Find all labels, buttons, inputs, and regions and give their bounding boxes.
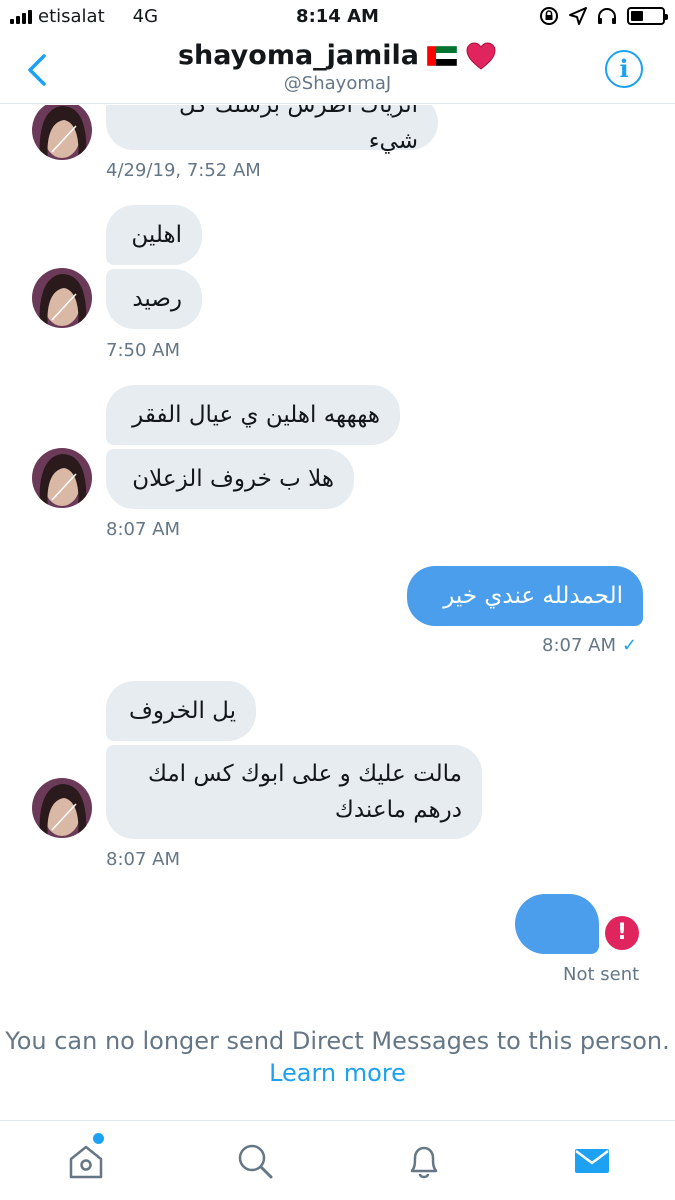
search-icon[interactable] — [235, 1141, 275, 1181]
status-bar: etisalat 4G 8:14 AM — [0, 0, 675, 36]
message-bubble[interactable]: اترياك اطرش برسلك كل شيء — [106, 105, 438, 154]
message-text: هلا ب خروف الزعلان — [132, 466, 334, 492]
rotation-lock-icon — [540, 7, 558, 25]
message-text: يل الخروف — [128, 698, 236, 724]
avatar-image — [32, 778, 92, 838]
message-bubble[interactable]: ههههه اهلين ي عيال الفقر — [106, 385, 400, 445]
message-timestamp: 8:07 AM — [106, 849, 180, 870]
message-list[interactable]: اترياك اطرش برسلك كل شيء 4/29/19, 7:52 A… — [0, 105, 675, 1120]
message-bubble[interactable]: اهلين — [106, 205, 202, 265]
uae-flag-icon — [427, 45, 458, 66]
message-bubble-outgoing[interactable]: الحمدلله عندي خير — [407, 566, 643, 626]
avatar[interactable] — [32, 778, 92, 838]
notifications-icon[interactable] — [404, 1141, 444, 1181]
not-sent-label: Not sent — [563, 964, 640, 985]
avatar[interactable] — [32, 448, 92, 508]
message-timestamp: 4/29/19, 7:52 AM — [106, 160, 261, 181]
message-bubble[interactable]: رصيد — [106, 269, 202, 329]
header-handle: @ShayomaJ — [283, 73, 392, 94]
page-title: shayoma_jamila — [177, 40, 420, 71]
message-timestamp: 8:07 AM ✓ — [542, 635, 637, 656]
headphones-icon — [598, 8, 616, 24]
message-text: اترياك اطرش برسلك كل شيء — [179, 105, 418, 154]
conversation-header: shayoma_jamila @ShayomaJ i — [0, 36, 675, 104]
blocked-notice: You can no longer send Direct Messages t… — [0, 1025, 675, 1089]
learn-more-link[interactable]: Learn more — [269, 1059, 406, 1087]
status-right — [539, 6, 668, 26]
avatar[interactable] — [32, 105, 92, 160]
error-icon[interactable]: ! — [605, 916, 639, 950]
notification-dot — [93, 1133, 104, 1144]
tab-bar — [0, 1120, 675, 1200]
header-title-block: shayoma_jamila @ShayomaJ — [0, 40, 675, 94]
message-bubble[interactable]: يل الخروف — [106, 681, 256, 741]
message-text: رصيد — [132, 286, 182, 312]
error-mark: ! — [616, 920, 628, 945]
home-icon[interactable] — [66, 1141, 106, 1181]
sent-check-icon: ✓ — [622, 635, 638, 656]
avatar-image — [32, 105, 92, 160]
message-text: اهلين — [131, 222, 182, 248]
blocked-notice-text: You can no longer send Direct Messages t… — [5, 1027, 670, 1055]
avatar-image — [32, 448, 92, 508]
message-text: الحمدلله عندي خير — [443, 583, 623, 609]
message-timestamp: 7:50 AM — [106, 340, 180, 361]
avatar-image — [32, 268, 92, 328]
failed-message-bubble[interactable] — [515, 894, 599, 954]
messages-icon[interactable] — [572, 1141, 612, 1181]
message-bubble[interactable]: مالت عليك و على ابوك كس امك درهم ماعندك — [106, 745, 482, 839]
message-bubble[interactable]: هلا ب خروف الزعلان — [106, 449, 354, 509]
message-timestamp: 8:07 AM — [106, 519, 180, 540]
message-text: مالت عليك و على ابوك كس امك درهم ماعندك — [147, 761, 462, 823]
message-timestamp-text: 8:07 AM — [542, 635, 616, 656]
heart-icon — [466, 41, 496, 70]
location-icon — [569, 7, 587, 25]
avatar[interactable] — [32, 268, 92, 328]
message-text: ههههه اهلين ي عيال الفقر — [132, 402, 380, 428]
battery-icon — [627, 7, 668, 25]
info-button[interactable]: i — [605, 50, 643, 88]
